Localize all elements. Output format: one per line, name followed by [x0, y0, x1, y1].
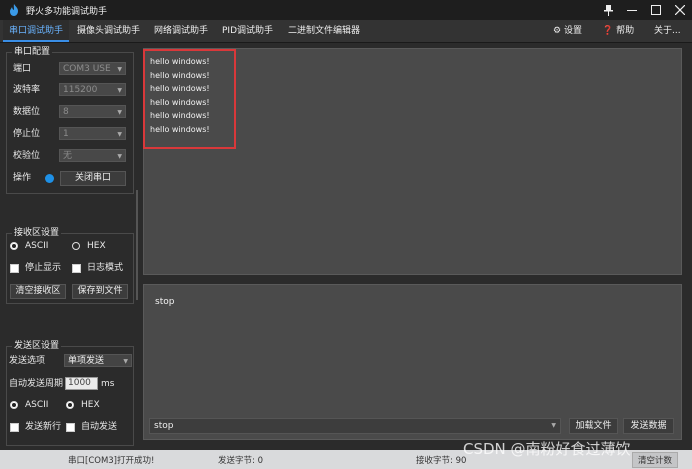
left-config-panel: 串口配置 端口 COM3 USE ▼ 波特率 115200 ▼ 数据位 8 ▼ 停止位…: [0, 43, 138, 450]
send-option-select[interactable]: 单项发送 ▼: [64, 354, 132, 367]
send-ascii-radio[interactable]: [10, 401, 18, 409]
port-label: 端口: [13, 64, 32, 74]
serial-config-title: 串口配置: [12, 47, 53, 57]
chevron-down-icon: ▼: [117, 109, 122, 116]
auto-send-period-label: 自动发送周期: [9, 379, 64, 389]
csdn-watermark: CSDN @南粉好食过薄饮: [463, 440, 631, 458]
period-unit-label: ms: [101, 379, 115, 389]
chevron-down-icon: ▼: [117, 87, 122, 94]
gear-icon: ⚙: [553, 26, 562, 36]
auto-send-label: 自动发送: [81, 422, 118, 432]
window-controls: [596, 0, 692, 20]
send-ascii-label: ASCII: [25, 400, 49, 410]
auto-send-checkbox[interactable]: [66, 423, 75, 432]
panel-splitter[interactable]: [136, 190, 138, 300]
chevron-down-icon: ▼: [117, 153, 122, 160]
reset-counter-button[interactable]: 清空计数: [632, 452, 679, 468]
chevron-down-icon: ▼: [117, 66, 122, 73]
close-port-button[interactable]: 关闭串口: [60, 171, 126, 186]
stop-display-checkbox[interactable]: [10, 264, 19, 273]
receive-settings-title: 接收区设置: [12, 228, 62, 238]
auto-send-period-input[interactable]: 1000: [65, 377, 98, 390]
baud-label: 波特率: [13, 85, 41, 95]
settings-button[interactable]: ⚙ 设置: [553, 20, 582, 42]
parity-select[interactable]: 无 ▼: [59, 149, 126, 162]
question-icon: ❓: [602, 26, 614, 36]
stopbits-select[interactable]: 1 ▼: [59, 127, 126, 140]
tab-camera-debug[interactable]: 摄像头调试助手: [71, 20, 146, 42]
send-text: stop: [155, 297, 175, 307]
stop-display-label: 停止显示: [25, 263, 62, 273]
pin-icon[interactable]: [596, 0, 620, 20]
tab-serial-debug[interactable]: 串口调试助手: [3, 20, 70, 42]
received-bytes-counter: 接收字节: 90: [416, 456, 467, 466]
status-message: 串口[COM3]打开成功!: [68, 456, 155, 466]
port-status-indicator: [45, 174, 54, 183]
send-settings-title: 发送区设置: [12, 341, 62, 351]
annotation-highlight-box: [143, 49, 236, 149]
send-option-label: 发送选项: [9, 356, 46, 366]
chevron-down-icon: ▼: [123, 358, 128, 365]
chevron-down-icon: ▼: [117, 131, 122, 138]
send-hex-radio[interactable]: [66, 401, 74, 409]
send-text-area[interactable]: stop: [143, 284, 682, 440]
receive-hex-radio[interactable]: [72, 242, 80, 250]
receive-hex-label: HEX: [87, 241, 106, 251]
about-button[interactable]: 关于...: [654, 20, 681, 42]
close-icon[interactable]: [668, 0, 692, 20]
databits-label: 数据位: [13, 107, 41, 117]
stopbits-label: 停止位: [13, 129, 41, 139]
databits-select[interactable]: 8 ▼: [59, 105, 126, 118]
parity-label: 校验位: [13, 151, 41, 161]
send-hex-label: HEX: [81, 400, 100, 410]
send-history-input[interactable]: stop ▼: [149, 418, 561, 434]
baud-select[interactable]: 115200 ▼: [59, 83, 126, 96]
operation-label: 操作: [13, 173, 32, 183]
log-mode-checkbox[interactable]: [72, 264, 81, 273]
flame-logo-icon: [10, 4, 18, 16]
send-newline-checkbox[interactable]: [10, 423, 19, 432]
save-to-file-button[interactable]: 保存到文件: [72, 284, 128, 299]
tab-network-debug[interactable]: 网络调试助手: [148, 20, 214, 42]
load-file-button[interactable]: 加载文件: [569, 418, 618, 434]
log-mode-label: 日志模式: [87, 263, 124, 273]
window-title: 野火多功能调试助手: [26, 6, 108, 17]
port-select[interactable]: COM3 USE ▼: [59, 62, 126, 75]
chevron-down-icon[interactable]: ▼: [551, 419, 556, 433]
tab-pid-debug[interactable]: PID调试助手: [216, 20, 279, 42]
sent-bytes-counter: 发送字节: 0: [218, 456, 263, 466]
help-button[interactable]: ❓ 帮助: [602, 20, 634, 42]
clear-receive-button[interactable]: 清空接收区: [10, 284, 66, 299]
send-newline-label: 发送新行: [25, 422, 62, 432]
minimize-icon[interactable]: [620, 0, 644, 20]
main-tab-bar: 串口调试助手 摄像头调试助手 网络调试助手 PID调试助手 二进制文件编辑器 ⚙…: [0, 20, 692, 43]
tab-binary-editor[interactable]: 二进制文件编辑器: [282, 20, 366, 42]
title-bar: 野火多功能调试助手: [0, 0, 692, 20]
maximize-icon[interactable]: [644, 0, 668, 20]
send-data-button[interactable]: 发送数据: [623, 418, 674, 434]
receive-ascii-label: ASCII: [25, 241, 49, 251]
receive-ascii-radio[interactable]: [10, 242, 18, 250]
